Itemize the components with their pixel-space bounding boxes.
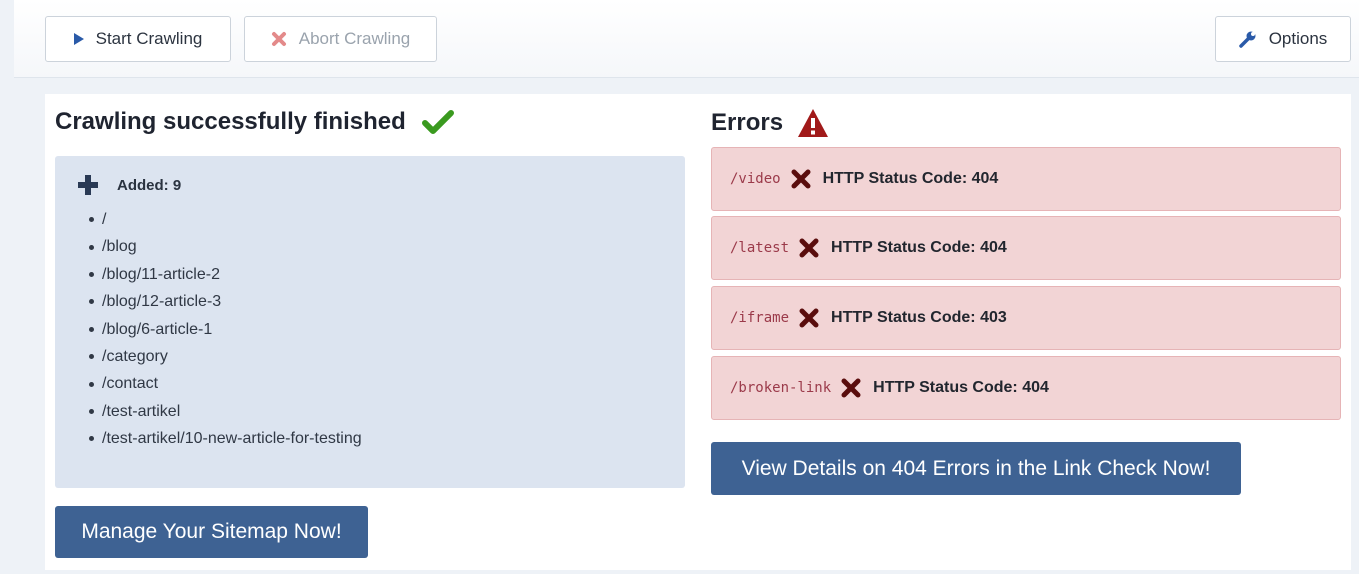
x-icon <box>799 238 819 258</box>
toolbar: Start Crawling Abort Crawling Options <box>14 0 1359 78</box>
x-icon <box>791 169 811 189</box>
crawl-status-title: Crawling successfully finished <box>55 108 406 135</box>
list-item: /category <box>89 343 362 370</box>
crawl-status-heading: Crawling successfully finished <box>55 108 454 136</box>
error-item: /video HTTP Status Code: 404 <box>711 147 1341 211</box>
added-urls-box: Added: 9 / /blog /blog/11-article-2 /blo… <box>55 156 685 488</box>
error-item: /broken-link HTTP Status Code: 404 <box>711 356 1341 420</box>
options-button[interactable]: Options <box>1215 16 1351 62</box>
error-item: /iframe HTTP Status Code: 403 <box>711 286 1341 350</box>
results-panel: Crawling successfully finished Added: 9 … <box>45 94 1351 570</box>
error-path: /iframe <box>730 310 790 326</box>
checkmark-icon <box>421 110 454 134</box>
error-status: HTTP Status Code: 404 <box>873 379 1049 396</box>
error-status: HTTP Status Code: 403 <box>831 309 1007 326</box>
list-item: /blog <box>89 233 362 260</box>
added-header: Added: 9 <box>77 174 181 196</box>
list-item: /blog/6-article-1 <box>89 316 362 343</box>
added-count: Added: 9 <box>117 176 182 194</box>
warning-icon <box>798 109 829 137</box>
abort-crawling-label: Abort Crawling <box>298 29 411 48</box>
start-crawling-label: Start Crawling <box>95 29 203 48</box>
list-item: /blog/11-article-2 <box>89 261 362 288</box>
list-item: / <box>89 206 362 233</box>
x-icon <box>841 378 861 398</box>
error-path: /latest <box>730 240 790 256</box>
error-path: /broken-link <box>730 380 832 396</box>
error-status: HTTP Status Code: 404 <box>822 170 999 187</box>
x-icon <box>799 308 819 328</box>
error-item: /latest HTTP Status Code: 404 <box>711 216 1341 280</box>
list-item: /contact <box>89 370 362 397</box>
list-item: /test-artikel <box>89 398 362 425</box>
start-crawling-button[interactable]: Start Crawling <box>45 16 231 62</box>
plus-icon <box>78 175 98 195</box>
view-404-details-button[interactable]: View Details on 404 Errors in the Link C… <box>711 442 1241 495</box>
page: Start Crawling Abort Crawling Options Cr… <box>0 0 1359 574</box>
error-path: /video <box>730 171 781 187</box>
wrench-icon <box>1238 30 1257 48</box>
errors-title: Errors <box>711 109 784 136</box>
options-label: Options <box>1268 29 1328 48</box>
error-status: HTTP Status Code: 404 <box>831 239 1007 256</box>
errors-heading: Errors <box>711 108 829 138</box>
list-item: /test-artikel/10-new-article-for-testing <box>89 425 362 452</box>
manage-sitemap-button[interactable]: Manage Your Sitemap Now! <box>55 506 368 558</box>
x-icon <box>271 31 287 47</box>
play-icon <box>73 33 84 45</box>
list-item: /blog/12-article-3 <box>89 288 362 315</box>
abort-crawling-button[interactable]: Abort Crawling <box>244 16 437 62</box>
added-url-list: / /blog /blog/11-article-2 /blog/12-arti… <box>89 206 362 453</box>
